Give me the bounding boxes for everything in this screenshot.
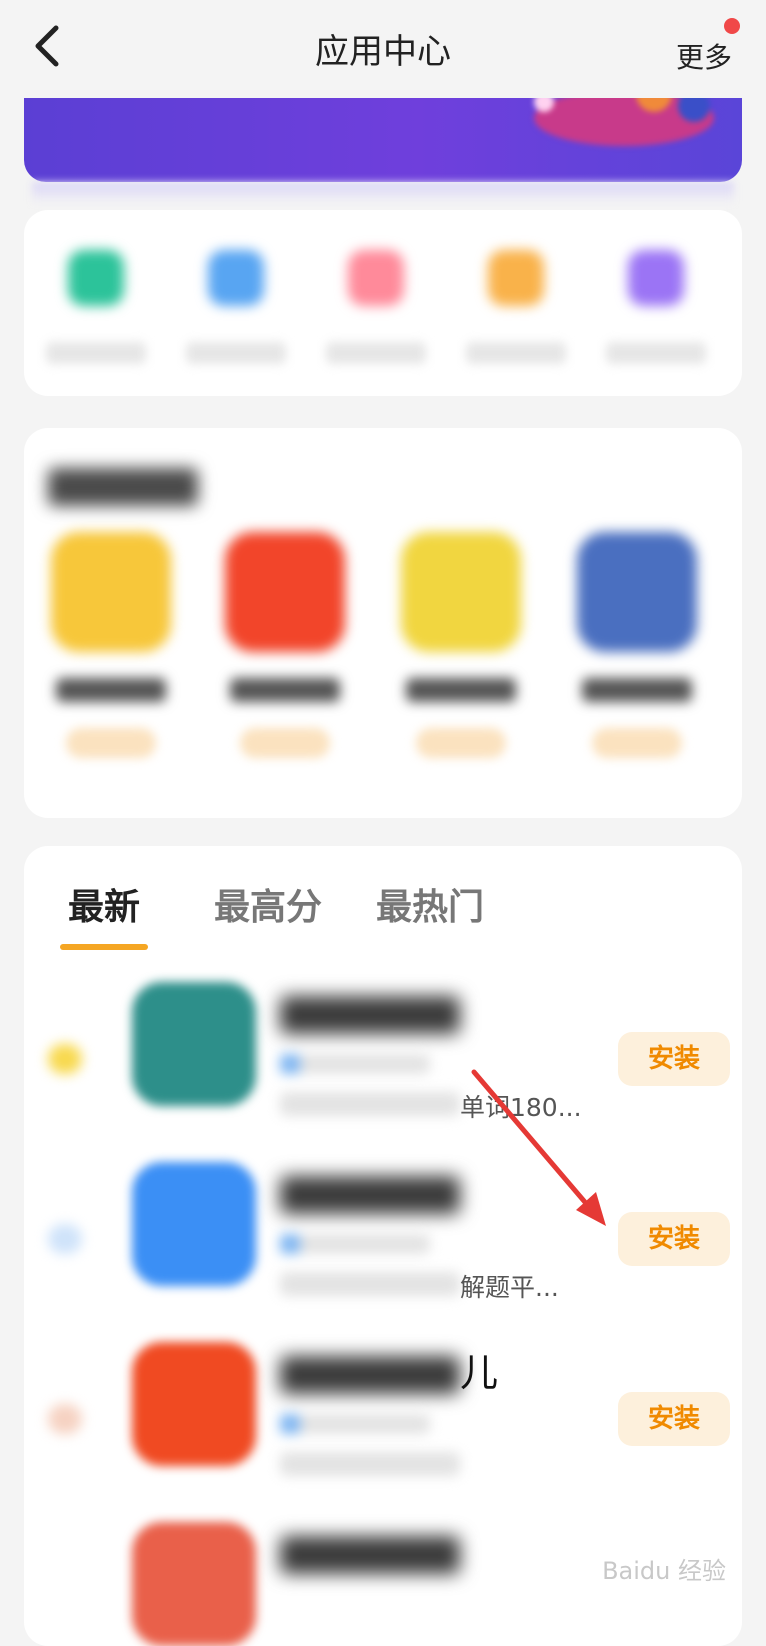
install-button[interactable]: 安装 xyxy=(618,1212,730,1266)
recommended-title xyxy=(48,468,198,506)
tab-newest[interactable]: 最新 xyxy=(68,878,140,930)
tab-most-popular[interactable]: 最热门 xyxy=(376,878,484,930)
recommended-app[interactable] xyxy=(46,532,176,758)
app-list-card: 最新 最高分 最热门 单词180... 安装 解题平... 安装 儿 安装 xyxy=(24,846,742,1646)
app-meta xyxy=(280,1054,430,1074)
app-description: 解题平... xyxy=(460,1273,559,1302)
app-description-blur xyxy=(280,1272,460,1296)
watermark: Baidu 经验 xyxy=(602,1557,726,1585)
app-icon xyxy=(132,1342,256,1466)
recommended-app[interactable] xyxy=(572,532,702,758)
app-description-blur xyxy=(280,1092,460,1116)
quick-entry-label xyxy=(46,342,146,364)
app-name-tail: 儿 xyxy=(460,1351,499,1395)
rank-marker xyxy=(48,1224,82,1254)
app-name xyxy=(280,996,460,1034)
app-name xyxy=(280,1536,460,1574)
app-name xyxy=(56,678,166,702)
quick-entry-label xyxy=(466,342,566,364)
get-button[interactable] xyxy=(66,728,156,758)
app-icon xyxy=(132,1522,256,1646)
recommended-app[interactable] xyxy=(396,532,526,758)
install-button[interactable]: 安装 xyxy=(618,1032,730,1086)
recommended-app[interactable] xyxy=(220,532,350,758)
notification-dot xyxy=(724,18,740,34)
app-description-blur xyxy=(280,1452,460,1476)
verified-icon xyxy=(280,1414,300,1434)
get-button[interactable] xyxy=(240,728,330,758)
list-item[interactable]: 单词180... 安装 xyxy=(48,982,742,1132)
app-name xyxy=(280,1176,460,1214)
list-item[interactable]: 解题平... 安装 xyxy=(48,1162,742,1312)
quick-entry-icon xyxy=(628,250,684,306)
banner-illustration-icon xyxy=(534,98,714,146)
promo-banner[interactable] xyxy=(24,98,742,182)
app-meta xyxy=(280,1414,430,1434)
quick-entry-icon xyxy=(208,250,264,306)
banner-shadow xyxy=(32,182,734,204)
app-icon xyxy=(51,532,171,652)
tab-top-rated[interactable]: 最高分 xyxy=(214,878,322,930)
get-button[interactable] xyxy=(592,728,682,758)
quick-entry[interactable] xyxy=(176,250,296,364)
app-icon xyxy=(225,532,345,652)
rank-marker xyxy=(48,1044,82,1074)
app-name xyxy=(230,678,340,702)
quick-entry-label xyxy=(606,342,706,364)
quick-entry-icon xyxy=(488,250,544,306)
quick-entry-card xyxy=(24,210,742,396)
recommended-card xyxy=(24,428,742,818)
app-icon xyxy=(401,532,521,652)
app-icon xyxy=(132,1162,256,1286)
active-tab-indicator xyxy=(60,944,148,950)
quick-entry[interactable] xyxy=(36,250,156,364)
quick-entry-label xyxy=(186,342,286,364)
install-button[interactable]: 安装 xyxy=(618,1392,730,1446)
top-bar: 应用中心 更多 xyxy=(0,0,766,100)
app-icon xyxy=(132,982,256,1106)
app-meta xyxy=(280,1234,430,1254)
rank-marker xyxy=(48,1404,82,1434)
app-icon xyxy=(577,532,697,652)
quick-entry-icon xyxy=(68,250,124,306)
quick-entry[interactable] xyxy=(316,250,436,364)
app-name xyxy=(280,1356,460,1394)
verified-icon xyxy=(280,1234,300,1254)
app-name xyxy=(582,678,692,702)
quick-entry-label xyxy=(326,342,426,364)
page-title: 应用中心 xyxy=(315,32,451,72)
quick-entry[interactable] xyxy=(596,250,716,364)
app-name xyxy=(406,678,516,702)
app-description: 单词180... xyxy=(460,1093,582,1122)
quick-entry-icon xyxy=(348,250,404,306)
more-button[interactable]: 更多 xyxy=(676,36,732,76)
verified-icon xyxy=(280,1054,300,1074)
list-item[interactable]: 儿 安装 xyxy=(48,1342,742,1492)
get-button[interactable] xyxy=(416,728,506,758)
quick-entry[interactable] xyxy=(456,250,576,364)
